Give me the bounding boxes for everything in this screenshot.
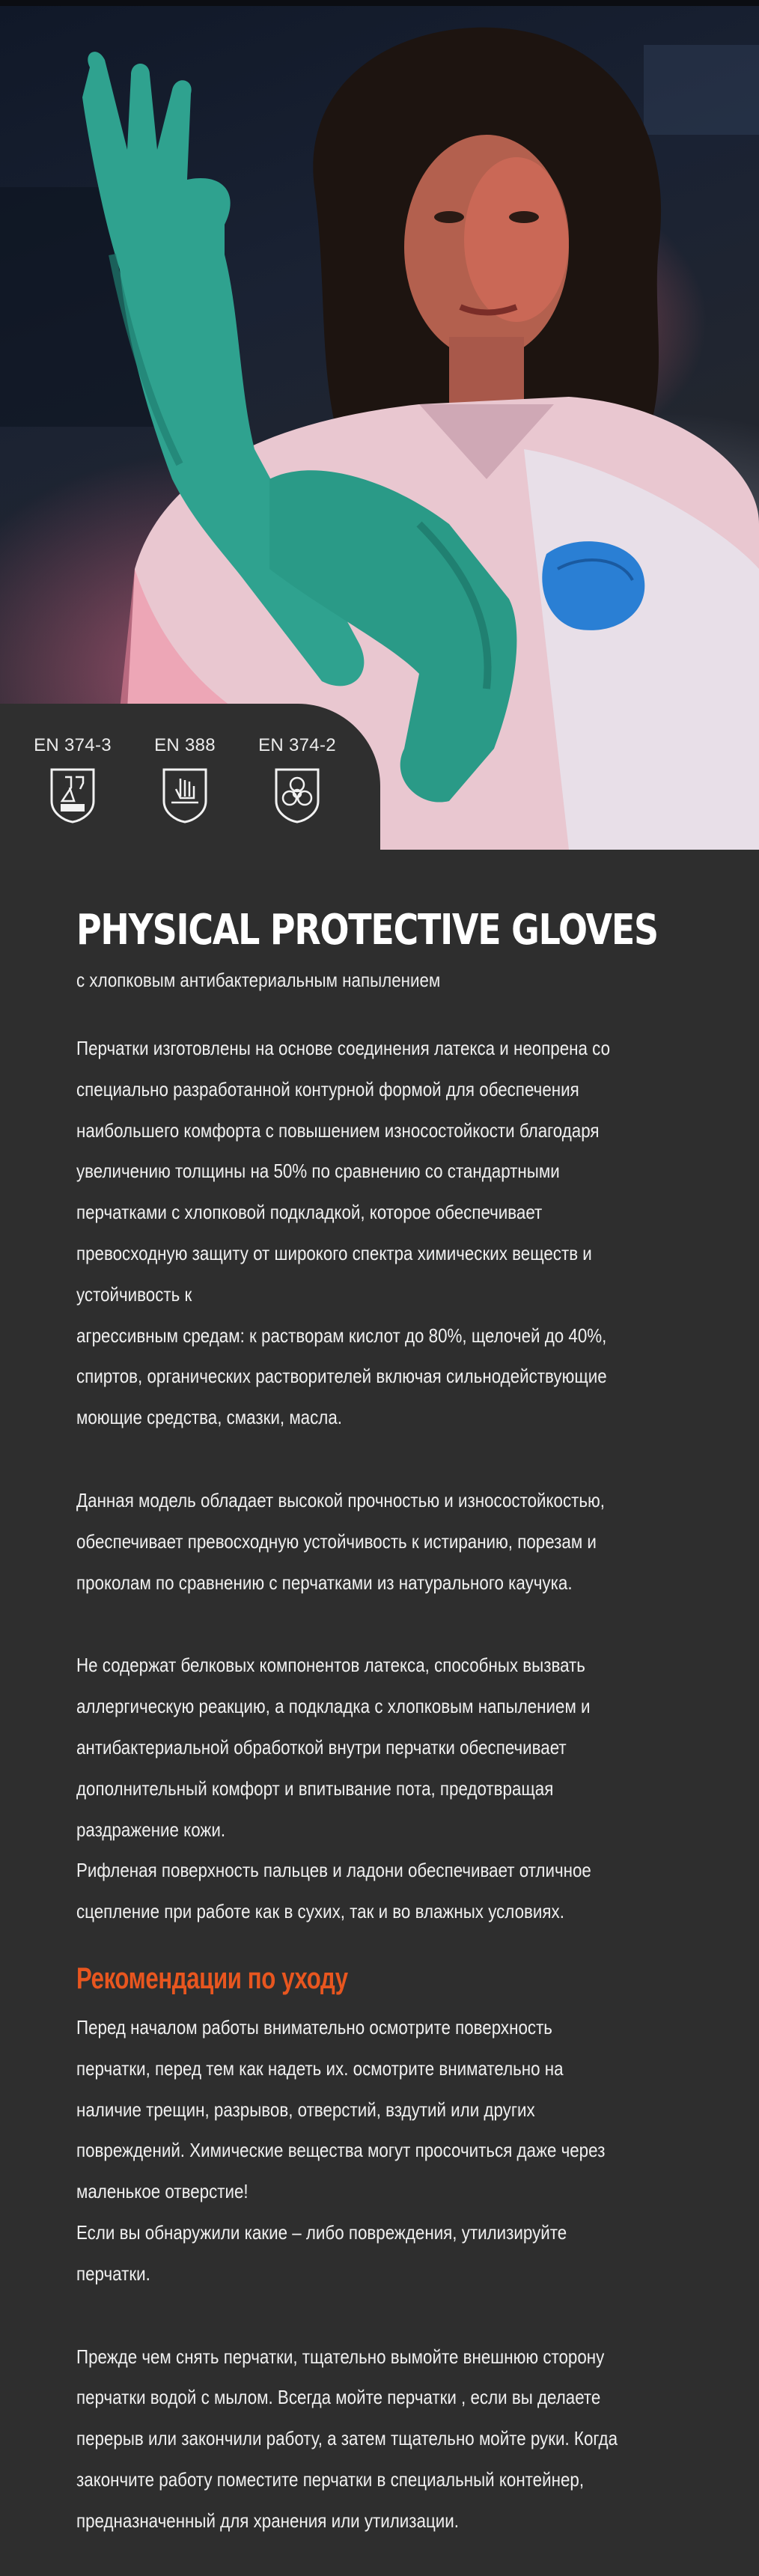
text-line: моющие средства, смазки, масла.	[76, 1406, 343, 1429]
text-line: антибактериальной обработкой внутри перч…	[76, 1735, 567, 1759]
text-line: Рифленая поверхность пальцев и ладони об…	[76, 1859, 591, 1882]
standard-label: EN 374-2	[258, 735, 336, 755]
care-section-title: Рекомендации по уходу	[76, 1961, 348, 1995]
text-line: Не содержат белковых компонентов латекса…	[76, 1654, 585, 1677]
text-line: агрессивным средам: к растворам кислот д…	[76, 1324, 607, 1347]
text-line: повреждений. Химические вещества могут п…	[76, 2139, 606, 2162]
text-line: превосходную защиту от широкого спектра …	[76, 1241, 592, 1264]
text-line: специально разработанной контурной формо…	[76, 1077, 579, 1100]
product-page: EN 374-3 EN 388 EN 374-2 PHYSICAL PROTEC…	[0, 0, 759, 2576]
text-line: раздражение кожи.	[76, 1818, 226, 1841]
description-paragraph-3: Не содержат белковых компонентов латекса…	[76, 1645, 604, 1932]
text-line: аллергическую реакцию, а подкладка с хло…	[76, 1695, 591, 1718]
text-line: сцепление при работе как в сухих, так и …	[76, 1900, 564, 1923]
text-line: маленькое отверстие!	[76, 2180, 249, 2203]
description-paragraph-2: Данная модель обладает высокой прочность…	[76, 1480, 606, 1603]
standard-label: EN 374-3	[34, 735, 112, 755]
text-line: перчатки.	[76, 2262, 150, 2285]
text-line: предназначенный для хранения или утилиза…	[76, 2509, 459, 2532]
standard-en374-2: EN 374-2	[241, 704, 353, 870]
product-subtitle: с хлопковым антибактериальным напылением	[76, 969, 441, 991]
standard-label: EN 388	[154, 735, 216, 755]
text-line: перчатки водой с мылом. Всегда мойте пер…	[76, 2386, 601, 2409]
standards-panel: EN 374-3 EN 388 EN 374-2	[0, 704, 380, 870]
product-description: PHYSICAL PROTECTIVE GLOVES с хлопковым а…	[76, 902, 690, 2542]
standard-en388: EN 388	[129, 704, 241, 870]
care-paragraph-1: Перед началом работы внимательно осмотри…	[76, 2007, 606, 2295]
text-line: Перчатки изготовлены на основе соединени…	[76, 1037, 611, 1059]
text-line: перчатками с хлопковой подкладкой, котор…	[76, 1201, 543, 1224]
text-line: увеличению толщины на 50% по сравнению с…	[76, 1160, 560, 1183]
text-line: Если вы обнаружили какие – либо поврежде…	[76, 2220, 567, 2244]
text-line: спиртов, органических растворителей вклю…	[76, 1365, 607, 1388]
text-line: наличие трещин, разрывов, отверстий, взд…	[76, 2098, 535, 2121]
text-line: Данная модель обладает высокой прочность…	[76, 1488, 606, 1511]
standard-en374-3: EN 374-3	[16, 704, 129, 870]
mechanical-hand-icon	[162, 768, 207, 823]
text-line: Прежде чем снять перчатки, тщательно вым…	[76, 2345, 605, 2368]
chemical-flask-icon	[50, 768, 95, 823]
text-line: обеспечивает превосходную устойчивость к…	[76, 1529, 597, 1553]
text-line: устойчивость к	[76, 1282, 192, 1306]
text-line: наибольшего комфорта с повышением износо…	[76, 1118, 600, 1142]
text-line: перерыв или закончили работу, а затем тщ…	[76, 2427, 618, 2450]
biohazard-icon	[275, 768, 320, 823]
text-line: закончите работу поместите перчатки в сп…	[76, 2467, 585, 2491]
product-title: PHYSICAL PROTECTIVE GLOVES	[76, 906, 659, 954]
text-line: проколам по сравнению с перчатками из на…	[76, 1571, 573, 1594]
text-line: дополнительный комфорт и впитывание пота…	[76, 1776, 554, 1800]
text-line: перчатки, перед тем как надеть их. осмот…	[76, 2056, 564, 2080]
care-paragraph-2: Прежде чем снять перчатки, тщательно вым…	[76, 2336, 618, 2542]
text-line: Перед началом работы внимательно осмотри…	[76, 2015, 552, 2038]
description-paragraph-1: Перчатки изготовлены на основе соединени…	[76, 1028, 611, 1438]
